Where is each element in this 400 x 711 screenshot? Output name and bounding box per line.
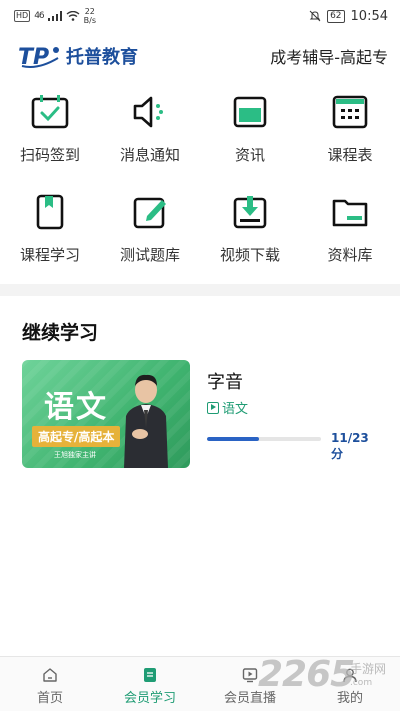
grid-item-timetable[interactable]: 课程表 <box>300 90 400 170</box>
download-icon <box>228 190 272 234</box>
nav-label: 首页 <box>36 691 63 706</box>
battery-level: 62 <box>327 9 345 23</box>
continue-course-card[interactable]: 语文 高起专/高起本 王旭独家主讲 字音 语文 11/23分 <box>22 360 378 470</box>
grid-item-scan-checkin[interactable]: 扫码签到 <box>0 90 100 170</box>
brand-name: 托普教育 <box>66 47 138 68</box>
grid-label: 资讯 <box>234 146 265 164</box>
nav-member-study[interactable]: 会员学习 <box>100 657 200 711</box>
teacher-photo <box>124 374 168 468</box>
grid-label: 课程表 <box>327 146 373 164</box>
network-signal: 46 <box>34 11 45 21</box>
grid-label: 资料库 <box>327 246 373 264</box>
app-header: TP 托普教育 成考辅导-高起专 <box>0 36 400 76</box>
course-name: 字音 <box>207 372 243 393</box>
program-title[interactable]: 成考辅导-高起专 <box>270 44 388 68</box>
document-icon <box>144 668 156 682</box>
calendar-check-icon <box>28 90 72 134</box>
grid-item-question-bank[interactable]: 测试题库 <box>100 190 200 270</box>
grid-label: 课程学习 <box>19 246 80 264</box>
feature-grid: 扫码签到 消息通知 资讯 课程表 课程学习 测试题库 视频下载 资料库 <box>0 90 400 270</box>
course-progress-fill <box>207 437 260 441</box>
home-icon <box>43 668 57 682</box>
site-watermark: 2265 手游网 .com <box>258 654 398 710</box>
section-divider <box>0 284 400 296</box>
grid-item-video-download[interactable]: 视频下载 <box>200 190 300 270</box>
wifi-icon <box>66 11 80 21</box>
bookmark-icon <box>28 190 72 234</box>
continue-learning-title: 继续学习 <box>22 322 99 344</box>
speaker-icon <box>128 90 172 134</box>
hd-indicator: HD <box>14 10 31 22</box>
schedule-icon <box>328 90 372 134</box>
folder-news-icon <box>228 90 272 134</box>
watermark-text: 手游网 <box>350 662 387 676</box>
status-bar-left: HD 46 22 B/s <box>14 7 96 25</box>
status-bar: HD 46 22 B/s 62 10:54 <box>0 0 400 32</box>
grid-item-notifications[interactable]: 消息通知 <box>100 90 200 170</box>
course-progress-bar <box>207 437 321 441</box>
edit-icon <box>128 190 172 234</box>
watermark-url: .com <box>350 678 373 688</box>
grid-label: 扫码签到 <box>19 146 80 164</box>
brand-logo: TP 托普教育 <box>18 43 138 69</box>
grid-item-course-study[interactable]: 课程学习 <box>0 190 100 270</box>
thumbnail-subject: 语文 <box>44 390 108 425</box>
watermark-number: 2265 <box>258 654 355 695</box>
grid-label: 消息通知 <box>119 146 180 164</box>
signal-bars-icon <box>47 11 62 21</box>
logo-mark-icon: TP <box>18 45 59 68</box>
course-subject: 语文 <box>207 398 248 417</box>
thumbnail-teacher: 王旭独家主讲 <box>54 451 96 459</box>
speed-value: 22 <box>84 7 95 16</box>
status-bar-right: 62 10:54 <box>309 9 388 24</box>
clock: 10:54 <box>350 8 388 24</box>
live-icon <box>242 668 258 683</box>
folder-icon <box>328 190 372 234</box>
play-icon <box>207 401 219 414</box>
course-thumbnail[interactable]: 语文 高起专/高起本 王旭独家主讲 <box>22 360 190 468</box>
grid-item-library[interactable]: 资料库 <box>300 190 400 270</box>
grid-label: 视频下载 <box>219 246 280 264</box>
grid-label: 测试题库 <box>119 246 180 264</box>
course-subject-label: 语文 <box>222 402 249 417</box>
grid-item-news[interactable]: 资讯 <box>200 90 300 170</box>
course-progress-text: 11/23分 <box>331 431 369 461</box>
nav-label: 会员学习 <box>123 691 176 706</box>
network-speed: 22 B/s <box>84 7 96 25</box>
thumbnail-tag: 高起专/高起本 <box>32 426 121 447</box>
nav-home[interactable]: 首页 <box>0 657 100 711</box>
speed-unit: B/s <box>83 16 96 25</box>
mute-bell-icon <box>309 10 321 22</box>
